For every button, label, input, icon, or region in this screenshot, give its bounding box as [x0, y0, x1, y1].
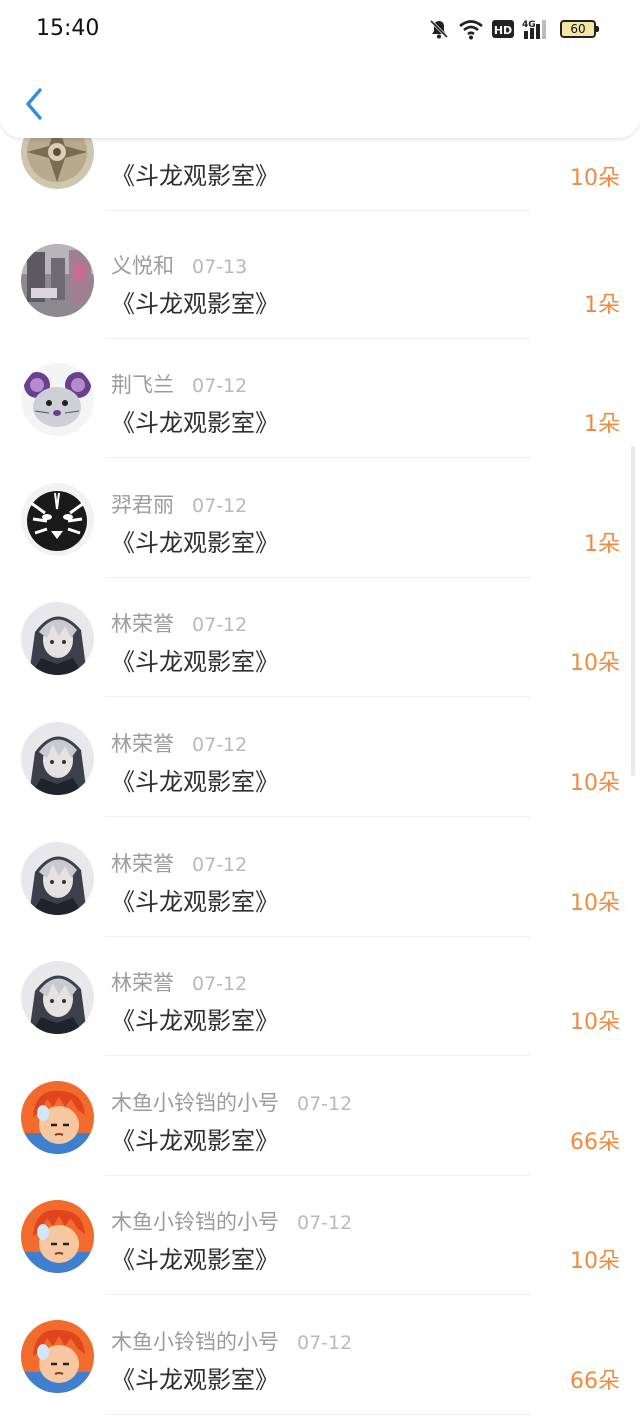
- wifi-icon: [458, 18, 484, 40]
- gift-amount: 1朵: [584, 292, 620, 318]
- divider: [105, 935, 530, 937]
- avatar[interactable]: [21, 243, 94, 317]
- sender-meta: 木鱼小铃铛的小号 07-12: [111, 1326, 352, 1356]
- list-item[interactable]: 林荣誉 07-12 《斗龙观影室》 10朵: [0, 961, 640, 1080]
- sender-meta: 义悦和 07-13: [111, 250, 247, 280]
- avatar[interactable]: [21, 363, 94, 437]
- gift-amount: 10朵: [570, 1249, 620, 1275]
- sender-name[interactable]: 林荣誉: [111, 612, 174, 636]
- list-item[interactable]: 木鱼小铃铛的小号 07-12 《斗龙观影室》 66朵: [0, 1320, 640, 1422]
- signal-4g-icon: 4G: [522, 18, 552, 40]
- send-date: 07-13: [192, 255, 248, 278]
- sender-meta: 林荣誉 07-12: [111, 728, 247, 758]
- scrollbar[interactable]: [631, 446, 635, 776]
- gift-amount: 1朵: [584, 531, 620, 557]
- gift-message: 《斗龙观影室》: [111, 1007, 279, 1036]
- gift-list-screen: 上官荣耀和学社07-13《斗龙观影室》10朵义悦和07-13《斗龙观影室》1朵荆…: [0, 0, 640, 1422]
- gift-message: 《斗龙观影室》: [111, 1366, 279, 1394]
- sender-name[interactable]: 林荣誉: [111, 732, 174, 756]
- divider: [105, 337, 530, 339]
- sender-name[interactable]: 羿君丽: [111, 493, 174, 517]
- battery-icon: 60: [560, 20, 599, 38]
- sender-name[interactable]: 木鱼小铃铛的小号: [111, 1210, 279, 1234]
- list-item[interactable]: 羿君丽 07-12 《斗龙观影室》 1朵: [0, 482, 640, 602]
- sender-meta: 林荣誉 07-12: [111, 848, 247, 878]
- gift-amount: 10朵: [570, 890, 620, 916]
- divider: [105, 1174, 530, 1176]
- list-item[interactable]: 林荣誉 07-12 《斗龙观影室》 10朵: [0, 722, 640, 841]
- divider: [105, 816, 530, 817]
- sender-name[interactable]: 木鱼小铃铛的小号: [111, 1330, 279, 1354]
- gift-message: 《斗龙观影室》: [111, 648, 279, 677]
- list-item[interactable]: 荆飞兰 07-12 《斗龙观影室》 1朵: [0, 363, 640, 482]
- svg-text:HD: HD: [494, 24, 512, 37]
- divider: [105, 576, 530, 578]
- gift-amount: 10朵: [570, 771, 620, 796]
- avatar[interactable]: [21, 1320, 94, 1393]
- send-date: 07-12: [297, 1092, 353, 1115]
- gift-amount: 10朵: [570, 651, 620, 677]
- list-item[interactable]: 木鱼小铃铛的小号 07-12 《斗龙观影室》 10朵: [0, 1200, 640, 1319]
- sender-name[interactable]: 林荣誉: [111, 852, 174, 876]
- list-item[interactable]: 义悦和 07-13 《斗龙观影室》 1朵: [0, 243, 640, 363]
- send-date: 07-12: [192, 494, 248, 517]
- send-date: 07-12: [192, 973, 248, 996]
- avatar[interactable]: [21, 1080, 94, 1154]
- gift-message: 《斗龙观影室》: [111, 1126, 279, 1155]
- gift-amount: 66朵: [570, 1129, 620, 1155]
- gift-message: 《斗龙观影室》: [111, 409, 279, 438]
- send-date: 07-12: [192, 375, 248, 398]
- divider: [105, 696, 530, 698]
- hd-icon: HD: [492, 19, 514, 39]
- gift-amount: 10朵: [570, 166, 620, 191]
- avatar[interactable]: [21, 722, 94, 795]
- divider: [105, 457, 530, 459]
- divider: [105, 1414, 530, 1415]
- status-icons: HD 4G 60: [428, 16, 599, 42]
- status-bar: 15:40 HD 4G 60: [0, 0, 640, 58]
- gift-amount: 66朵: [570, 1369, 620, 1394]
- sender-name[interactable]: 荆飞兰: [111, 373, 174, 397]
- avatar[interactable]: [21, 961, 94, 1035]
- send-date: 07-12: [192, 614, 248, 637]
- send-date: 07-12: [192, 734, 248, 756]
- divider: [105, 1294, 530, 1296]
- top-header: 15:40 HD 4G 60: [0, 0, 640, 138]
- chevron-left-icon: [26, 88, 42, 120]
- avatar[interactable]: [21, 602, 94, 676]
- sender-meta: 羿君丽 07-12: [111, 489, 247, 519]
- sender-meta: 林荣誉 07-12: [111, 608, 247, 638]
- list-item[interactable]: 林荣誉 07-12 《斗龙观影室》 10朵: [0, 841, 640, 961]
- list-item[interactable]: 木鱼小铃铛的小号 07-12 《斗龙观影室》 66朵: [0, 1080, 640, 1200]
- divider: [105, 1055, 530, 1057]
- gift-message: 《斗龙观影室》: [111, 768, 279, 796]
- avatar[interactable]: [21, 1200, 94, 1274]
- sender-name[interactable]: 木鱼小铃铛的小号: [111, 1091, 279, 1115]
- divider: [105, 210, 530, 211]
- sender-name[interactable]: 林荣誉: [111, 971, 174, 995]
- status-time: 15:40: [36, 16, 100, 41]
- list-item[interactable]: 林荣誉 07-12 《斗龙观影室》 10朵: [0, 602, 640, 721]
- sender-meta: 林荣誉 07-12: [111, 967, 247, 997]
- mute-bell-icon: [428, 18, 450, 40]
- gift-message: 《斗龙观影室》: [111, 1246, 279, 1275]
- sender-meta: 荆飞兰 07-12: [111, 369, 247, 399]
- sender-meta: 木鱼小铃铛的小号 07-12: [111, 1087, 352, 1117]
- send-date: 07-12: [192, 853, 248, 876]
- gift-message: 《斗龙观影室》: [111, 887, 279, 916]
- sender-name[interactable]: 义悦和: [111, 254, 174, 278]
- gift-message: 《斗龙观影室》: [111, 528, 279, 557]
- back-button[interactable]: [20, 84, 50, 124]
- send-date: 07-12: [297, 1332, 353, 1354]
- gift-message: 《斗龙观影室》: [111, 162, 279, 190]
- gift-message: 《斗龙观影室》: [111, 289, 279, 318]
- gift-amount: 1朵: [584, 412, 620, 438]
- send-date: 07-12: [297, 1212, 353, 1235]
- avatar[interactable]: [21, 482, 94, 556]
- avatar[interactable]: [21, 841, 94, 915]
- gift-amount: 10朵: [570, 1010, 620, 1036]
- sender-meta: 木鱼小铃铛的小号 07-12: [111, 1206, 352, 1236]
